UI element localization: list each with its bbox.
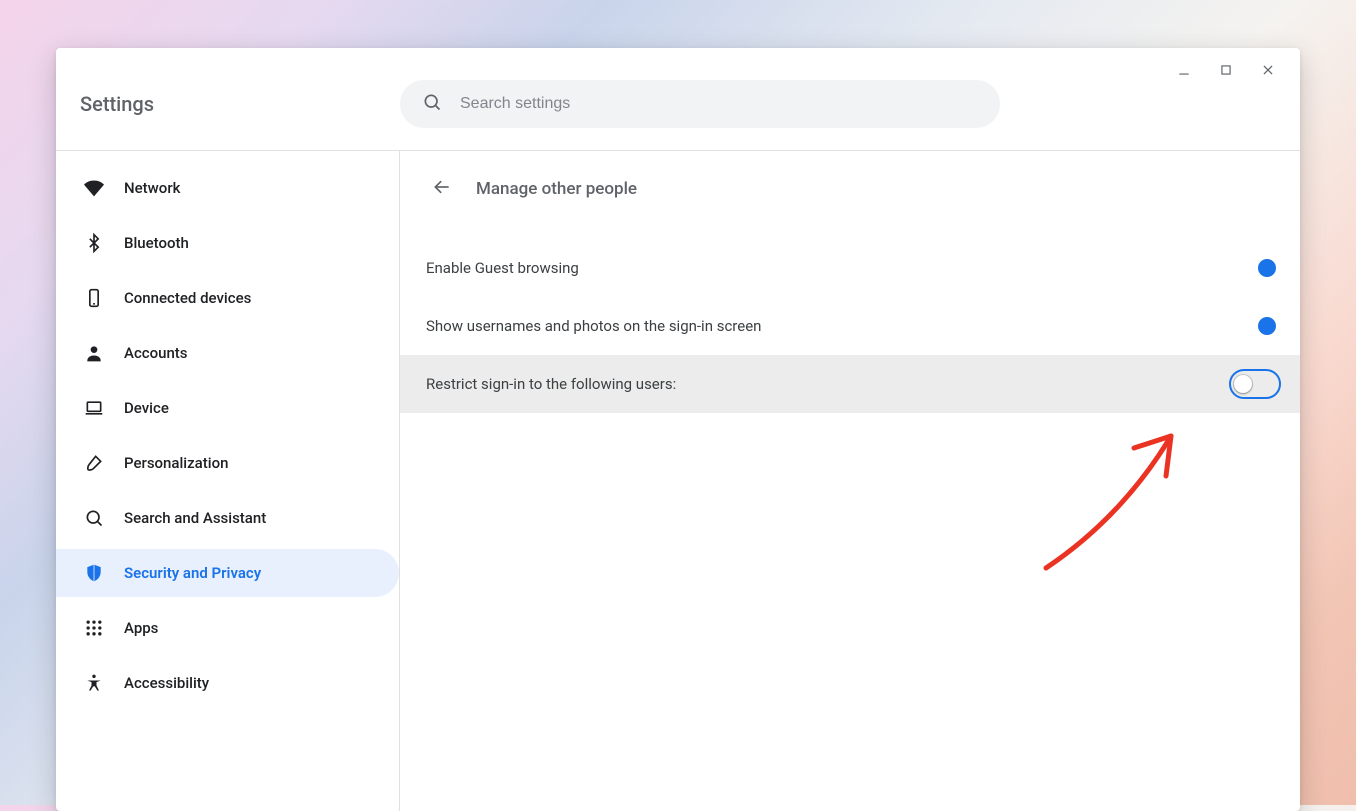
sidebar-item-device[interactable]: Device bbox=[56, 384, 399, 432]
sidebar-item-accessibility[interactable]: Accessibility bbox=[56, 659, 399, 707]
sidebar-item-apps[interactable]: Apps bbox=[56, 604, 399, 652]
sidebar-item-connected-devices[interactable]: Connected devices bbox=[56, 274, 399, 322]
wifi-icon bbox=[82, 176, 106, 200]
sidebar-item-label: Personalization bbox=[124, 454, 228, 472]
shield-icon bbox=[82, 561, 106, 585]
sidebar-item-label: Apps bbox=[124, 619, 158, 637]
sidebar-item-bluetooth[interactable]: Bluetooth bbox=[56, 219, 399, 267]
bluetooth-icon bbox=[82, 231, 106, 255]
sidebar-item-security-privacy[interactable]: Security and Privacy bbox=[56, 549, 399, 597]
brush-icon bbox=[82, 451, 106, 475]
window-controls bbox=[1174, 60, 1278, 80]
sidebar-item-search-assistant[interactable]: Search and Assistant bbox=[56, 494, 399, 542]
search-icon bbox=[422, 92, 442, 116]
close-button[interactable] bbox=[1258, 60, 1278, 80]
app-window: Settings Network Bluetooth bbox=[56, 48, 1300, 811]
sidebar-item-label: Connected devices bbox=[124, 289, 251, 307]
toggle-restrict-signin[interactable] bbox=[1236, 376, 1274, 392]
sidebar-item-accounts[interactable]: Accounts bbox=[56, 329, 399, 377]
sidebar-item-label: Search and Assistant bbox=[124, 509, 266, 527]
setting-show-usernames: Show usernames and photos on the sign-in… bbox=[400, 297, 1300, 355]
person-icon bbox=[82, 341, 106, 365]
setting-label: Show usernames and photos on the sign-in… bbox=[426, 317, 761, 335]
header: Settings bbox=[56, 48, 1300, 151]
phone-icon bbox=[82, 286, 106, 310]
sidebar-item-personalization[interactable]: Personalization bbox=[56, 439, 399, 487]
sidebar-item-label: Accounts bbox=[124, 344, 188, 362]
body: Network Bluetooth Connected devices Acco… bbox=[56, 151, 1300, 811]
app-title: Settings bbox=[80, 92, 400, 116]
page-title: Manage other people bbox=[476, 179, 637, 199]
setting-restrict-signin: Restrict sign-in to the following users: bbox=[400, 355, 1300, 413]
search-icon bbox=[82, 506, 106, 530]
accessibility-icon bbox=[82, 671, 106, 695]
setting-label: Restrict sign-in to the following users: bbox=[426, 375, 676, 393]
page-title-row: Manage other people bbox=[400, 151, 1300, 239]
search-field[interactable] bbox=[400, 80, 1000, 128]
apps-icon bbox=[82, 616, 106, 640]
minimize-button[interactable] bbox=[1174, 60, 1194, 80]
back-button[interactable] bbox=[424, 171, 460, 207]
sidebar-item-label: Security and Privacy bbox=[124, 564, 261, 582]
maximize-button[interactable] bbox=[1216, 60, 1236, 80]
toggle-guest-browsing[interactable] bbox=[1236, 260, 1274, 276]
main-panel: Manage other people Enable Guest browsin… bbox=[400, 151, 1300, 811]
sidebar-item-label: Bluetooth bbox=[124, 234, 189, 252]
search-input[interactable] bbox=[460, 95, 988, 113]
toggle-show-usernames[interactable] bbox=[1236, 318, 1274, 334]
setting-guest-browsing: Enable Guest browsing bbox=[400, 239, 1300, 297]
sidebar-item-label: Accessibility bbox=[124, 674, 209, 692]
setting-label: Enable Guest browsing bbox=[426, 259, 579, 277]
sidebar-item-label: Network bbox=[124, 179, 180, 197]
arrow-left-icon bbox=[432, 177, 452, 201]
laptop-icon bbox=[82, 396, 106, 420]
sidebar: Network Bluetooth Connected devices Acco… bbox=[56, 151, 400, 811]
sidebar-item-network[interactable]: Network bbox=[56, 164, 399, 212]
sidebar-item-label: Device bbox=[124, 399, 169, 417]
